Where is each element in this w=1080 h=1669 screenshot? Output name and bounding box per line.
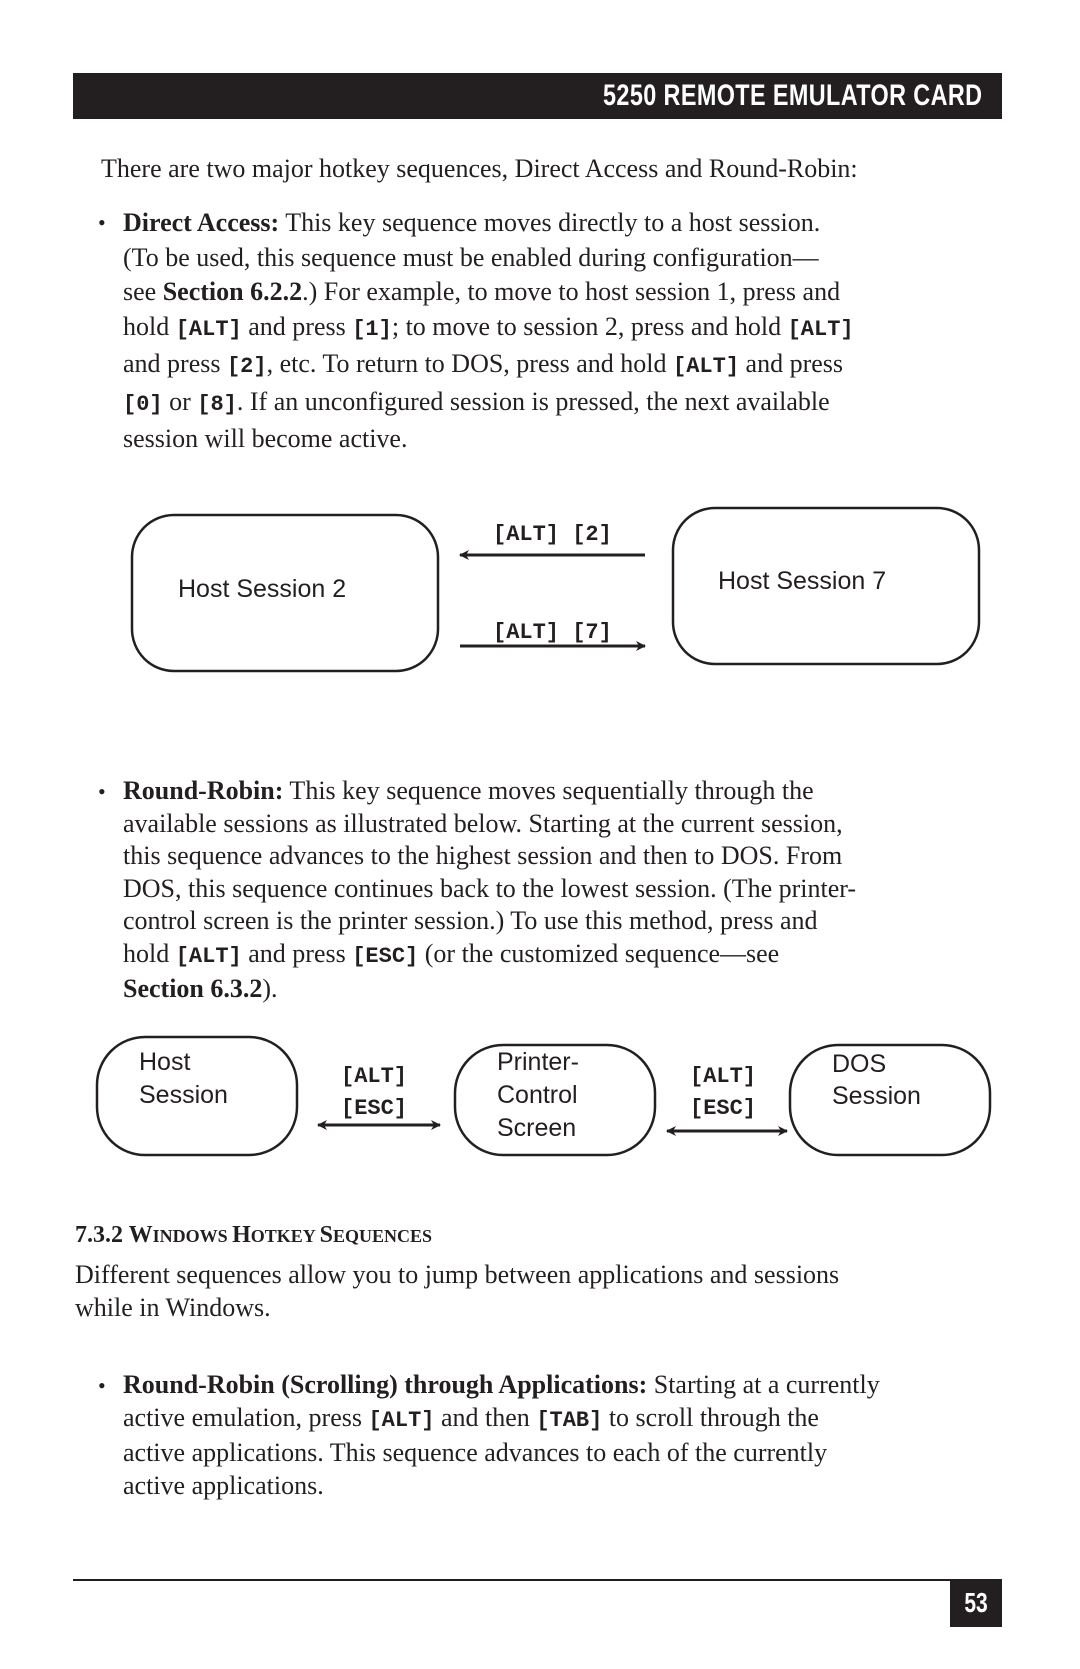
arrow2-label-alt: [ALT]: [690, 1064, 756, 1089]
section-reference: Section 6.3.2: [123, 974, 263, 1003]
arrow2-label-esc: [ESC]: [690, 1096, 756, 1121]
text: control screen is the printer session.) …: [123, 906, 818, 935]
bullet-icon: •: [98, 1373, 106, 1398]
section-heading: 7.3.2 WINDOWS HOTKEY SEQUENCES: [75, 1222, 432, 1249]
text: hold: [123, 938, 176, 968]
bullet-icon: •: [98, 779, 106, 804]
text: ).: [262, 974, 278, 1003]
text: (or the customized sequence—see: [418, 938, 780, 968]
text: while in Windows.: [75, 1292, 271, 1322]
text: active emulation, press: [123, 1402, 369, 1432]
text: S: [319, 1222, 333, 1248]
arrow1-label-esc: [ESC]: [341, 1096, 407, 1121]
host-session-2-label: Host Session 2: [178, 575, 346, 603]
text: available sessions as illustrated below.…: [123, 808, 843, 838]
key-alt: [ALT]: [175, 943, 242, 969]
alt-2-label: [ALT] [2]: [493, 522, 612, 547]
text: Different sequences allow you to jump be…: [75, 1260, 840, 1289]
text: Starting at a currently: [647, 1370, 880, 1399]
windows-round-robin-paragraph: Round-Robin (Scrolling) through Applicat…: [123, 1369, 880, 1502]
text: and then: [434, 1402, 537, 1432]
host-session-label-line1: Host: [139, 1048, 190, 1076]
text: OTKEY: [250, 1226, 320, 1246]
dos-label-line2: Session: [832, 1082, 921, 1110]
dos-label-line1: DOS: [832, 1050, 886, 1078]
text: active applications.: [123, 1470, 324, 1500]
key-alt: [ALT]: [368, 1407, 435, 1433]
footer-rule: [73, 1579, 1002, 1581]
term-round-robin: Round-Robin:: [123, 776, 284, 805]
key-esc: [ESC]: [352, 943, 419, 969]
text: H: [232, 1222, 251, 1248]
diagram-round-robin: Host Session Printer- Control Screen DOS…: [95, 1035, 992, 1157]
page-number: 53: [964, 1587, 988, 1618]
text: W: [128, 1222, 153, 1248]
text: DOS, this sequence continues back to the…: [123, 873, 857, 903]
section-number: 7.3.2: [75, 1222, 129, 1248]
page-number-box: 53: [950, 1579, 1002, 1627]
printer-label-line2: Control: [497, 1081, 578, 1109]
text: active applications. This sequence advan…: [123, 1438, 828, 1467]
text: EQUENCES: [332, 1226, 433, 1246]
host-session-label-line2: Session: [139, 1081, 228, 1109]
round-robin-paragraph: Round-Robin: This key sequence moves seq…: [123, 775, 856, 1006]
printer-label-line1: Printer-: [497, 1048, 579, 1076]
term-windows-round-robin: Round-Robin (Scrolling) through Applicat…: [123, 1370, 648, 1399]
text: This key sequence moves sequentially thr…: [283, 776, 814, 805]
diagram-direct-access: Host Session 2 Host Session 7 [ALT] [2] …: [130, 506, 981, 673]
text: this sequence advances to the highest se…: [123, 841, 843, 870]
text: INDOWS: [152, 1226, 233, 1246]
text: and press: [241, 938, 353, 968]
section-body: Different sequences allow you to jump be…: [75, 1259, 839, 1324]
text: to scroll through the: [602, 1402, 819, 1432]
printer-label-line3: Screen: [497, 1114, 576, 1142]
key-tab: [TAB]: [536, 1407, 603, 1433]
arrow1-label-alt: [ALT]: [341, 1064, 407, 1089]
host-session-7-label: Host Session 7: [718, 567, 886, 595]
alt-7-label: [ALT] [7]: [493, 620, 612, 645]
